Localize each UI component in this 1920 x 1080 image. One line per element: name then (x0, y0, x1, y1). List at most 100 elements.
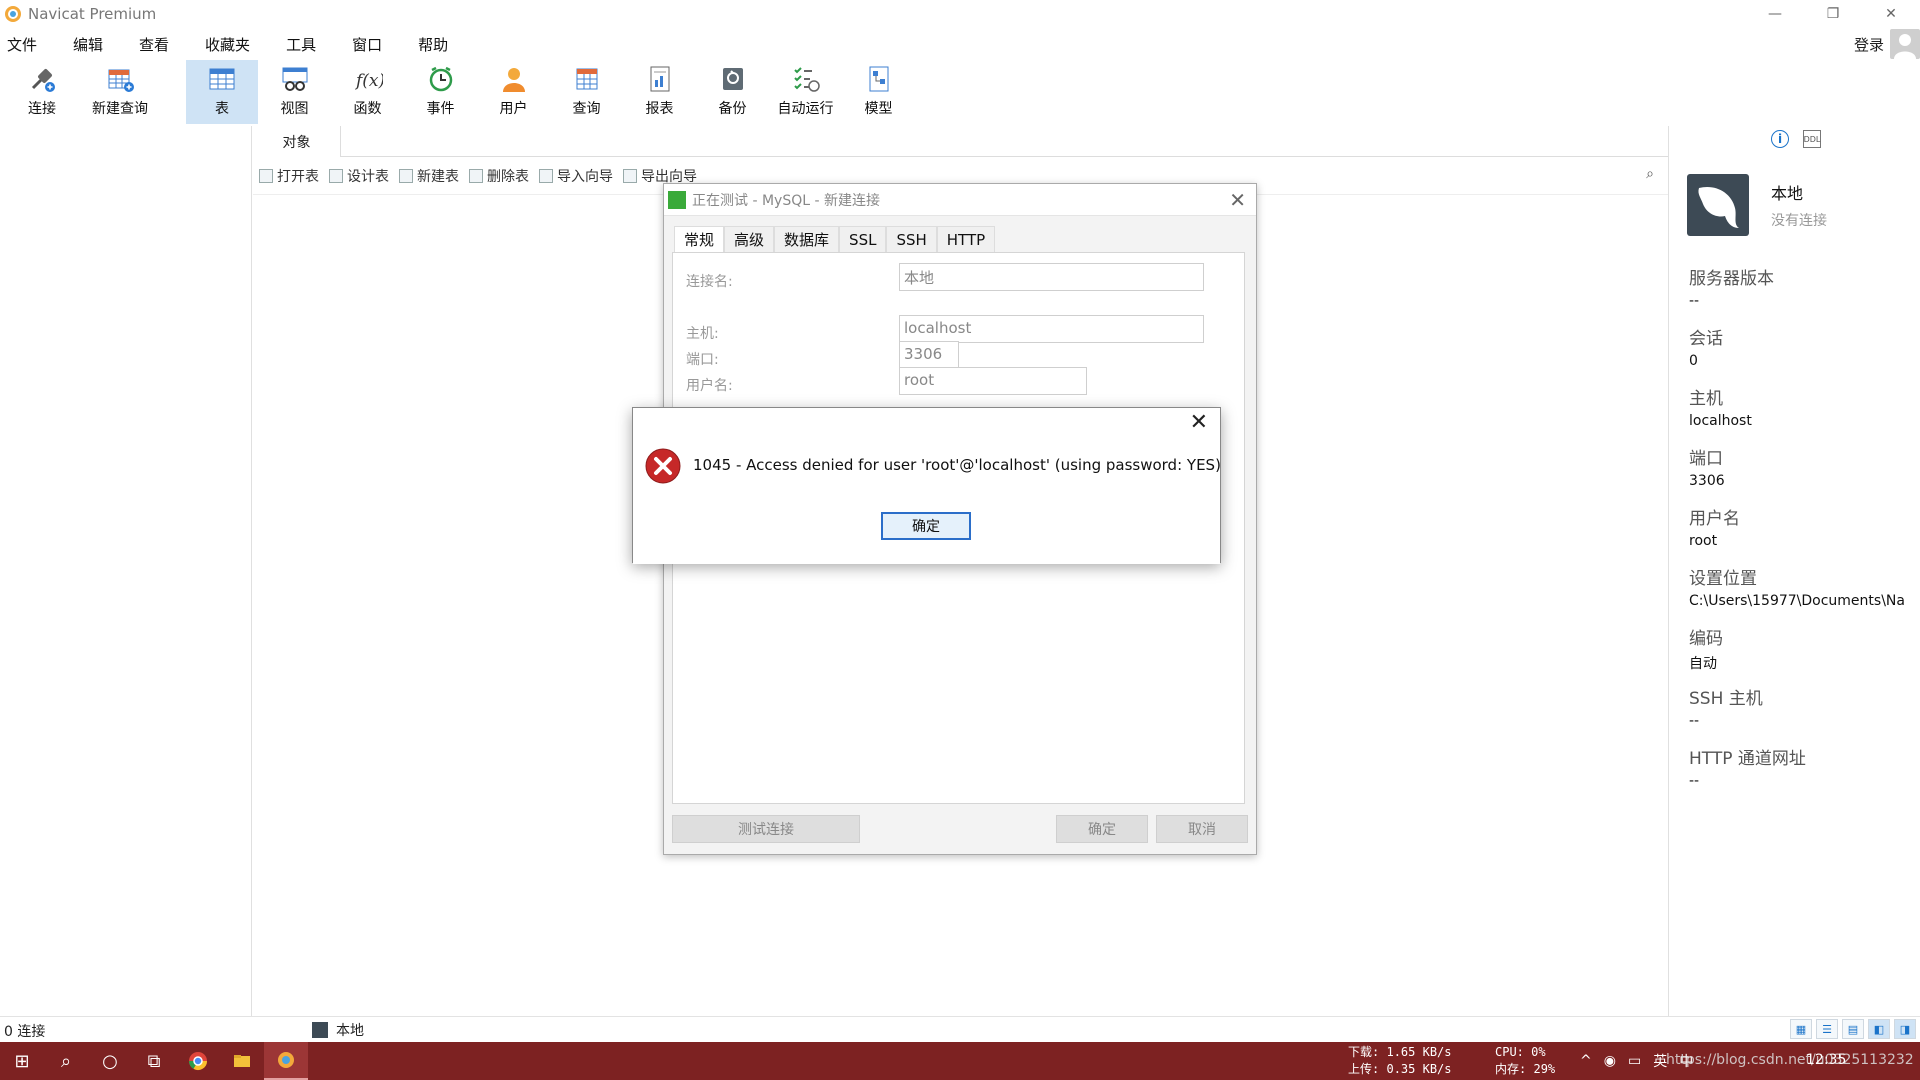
test-connection-button[interactable]: 测试连接 (672, 815, 860, 843)
connection-tree-pane[interactable] (0, 126, 252, 1016)
connection-name-label: 连接名: (686, 274, 733, 290)
login-link[interactable]: 登录 (1854, 30, 1884, 58)
close-icon[interactable]: ✕ (1229, 188, 1246, 212)
prop-label: HTTP 通道网址 (1689, 749, 1806, 769)
view-grid-icon[interactable]: ▦ (1790, 1019, 1812, 1039)
backup-icon (722, 68, 743, 90)
tab-database[interactable]: 数据库 (774, 226, 840, 252)
delete-table-label: 删除表 (487, 169, 529, 185)
toolbar-new-query[interactable]: 新建查询 (84, 60, 156, 124)
tray-expand-icon[interactable]: ^ (1580, 1053, 1592, 1069)
tab-ssl[interactable]: SSL (839, 226, 887, 252)
clock[interactable]: 12:35 (1806, 1052, 1846, 1068)
task-view-icon[interactable]: ⧉ (132, 1042, 176, 1080)
toolbar-connect[interactable]: 连接 (0, 60, 84, 124)
toolbar-table[interactable]: 表 (186, 60, 258, 124)
menu-edit[interactable]: 编辑 (66, 34, 110, 55)
auto-run-icon (793, 67, 820, 92)
menu-help[interactable]: 帮助 (411, 34, 455, 55)
windows-start-icon[interactable]: ⊞ (0, 1042, 44, 1080)
view-list-icon[interactable]: ☰ (1816, 1019, 1838, 1039)
avatar[interactable] (1890, 29, 1920, 59)
design-table-button[interactable]: 设计表 (329, 166, 389, 186)
prop-value: -- (1689, 293, 1700, 309)
chrome-shape (189, 1052, 207, 1071)
dialog-title-bar: 正在测试 - MySQL - 新建连接 ✕ (664, 184, 1256, 216)
username-label: 用户名: (686, 378, 733, 394)
close-icon[interactable]: ✕ (1190, 410, 1208, 435)
prop-server-version: 服务器版本 -- (1689, 264, 1920, 324)
windows-taskbar: ⊞ ⌕ ○ ⧉ 下载: 1.65 KB/s 上传: 0.35 KB/s CPU:… (0, 1042, 1920, 1080)
minimize-button[interactable]: — (1746, 0, 1804, 28)
toggle-left-pane-icon[interactable]: ◧ (1868, 1019, 1890, 1039)
toggle-right-pane-icon[interactable]: ◨ (1894, 1019, 1916, 1039)
toolbar-view[interactable]: 视图 (258, 60, 331, 124)
menu-file[interactable]: 文件 (0, 34, 44, 55)
open-table-button[interactable]: 打开表 (259, 166, 319, 186)
error-ok-button[interactable]: 确定 (881, 512, 971, 540)
username-input[interactable]: root (899, 367, 1087, 395)
info-icon[interactable]: i (1771, 130, 1789, 148)
import-wizard-button[interactable]: 导入向导 (539, 166, 613, 186)
navicat-taskbar-icon[interactable] (264, 1042, 308, 1080)
toolbar-label: 事件 (426, 101, 455, 117)
design-table-label: 设计表 (347, 169, 389, 185)
toolbar-user[interactable]: 用户 (477, 60, 550, 124)
menu-window[interactable]: 窗口 (345, 34, 389, 55)
prop-encoding: 编码 自动 (1689, 624, 1920, 684)
system-usage: CPU: 0% 内存: 29% (1495, 1044, 1555, 1078)
tab-objects[interactable]: 对象 (253, 126, 341, 157)
toolbar-backup[interactable]: 备份 (696, 60, 769, 124)
toolbar-label: 报表 (645, 101, 674, 117)
tab-http[interactable]: HTTP (936, 226, 996, 252)
search-icon[interactable]: ⌕ (44, 1042, 88, 1080)
port-label: 端口: (686, 352, 719, 368)
toolbar-label: 表 (215, 101, 229, 117)
current-connection: 本地 (312, 1020, 364, 1040)
cancel-button[interactable]: 取消 (1156, 815, 1248, 843)
tab-general[interactable]: 常规 (674, 226, 725, 252)
toolbar-query[interactable]: 查询 (550, 60, 623, 124)
new-table-label: 新建表 (417, 169, 459, 185)
view-detail-icon[interactable]: ▤ (1842, 1019, 1864, 1039)
toolbar-model[interactable]: 模型 (842, 60, 915, 124)
toolbar-function[interactable]: f(x) 函数 (331, 60, 404, 124)
host-input[interactable]: localhost (899, 315, 1204, 343)
prop-label: 编码 (1689, 629, 1723, 649)
dialog-title: 正在测试 - MySQL - 新建连接 (692, 192, 880, 209)
connection-icon (312, 1022, 328, 1038)
new-table-button[interactable]: 新建表 (399, 166, 459, 186)
prop-value: -- (1689, 773, 1700, 789)
navicat-logo-icon (5, 6, 21, 22)
info-pane: i DDL 本地 没有连接 服务器版本 -- 会话 0 主机 localhost 端口… (1668, 126, 1920, 1016)
ok-button[interactable]: 确定 (1056, 815, 1148, 843)
search-icon[interactable]: ⌕ (1646, 166, 1654, 182)
restore-button[interactable]: ❐ (1804, 0, 1862, 28)
toolbar-label: 查询 (572, 101, 601, 117)
connection-status: 没有连接 (1771, 213, 1827, 229)
qq-icon[interactable]: ◉ (1604, 1053, 1616, 1069)
battery-icon[interactable]: ▭ (1628, 1053, 1641, 1069)
tab-advanced[interactable]: 高级 (724, 226, 775, 252)
tab-ssh[interactable]: SSH (886, 226, 937, 252)
port-input[interactable]: 3306 (899, 341, 959, 369)
menu-tools[interactable]: 工具 (279, 34, 323, 55)
toolbar-auto-run[interactable]: 自动运行 (769, 60, 842, 124)
ddl-icon[interactable]: DDL (1803, 130, 1821, 148)
memory-label: 内存: (1495, 1062, 1527, 1076)
chrome-icon[interactable] (176, 1042, 220, 1080)
toolbar-report[interactable]: 报表 (623, 60, 696, 124)
import-wizard-label: 导入向导 (557, 169, 613, 185)
connection-name-input[interactable]: 本地 (899, 263, 1204, 291)
delete-table-button[interactable]: 删除表 (469, 166, 529, 186)
menu-favorites[interactable]: 收藏夹 (198, 34, 257, 55)
toolbar-label: 视图 (280, 101, 309, 117)
prop-value: -- (1689, 713, 1700, 729)
toolbar-event[interactable]: 事件 (404, 60, 477, 124)
prop-value: 自动 (1689, 656, 1717, 672)
cortana-icon[interactable]: ○ (88, 1042, 132, 1080)
menu-view[interactable]: 查看 (132, 34, 176, 55)
file-explorer-icon[interactable] (220, 1042, 264, 1080)
close-window-button[interactable]: ✕ (1862, 0, 1920, 28)
new-table-icon (399, 169, 413, 183)
